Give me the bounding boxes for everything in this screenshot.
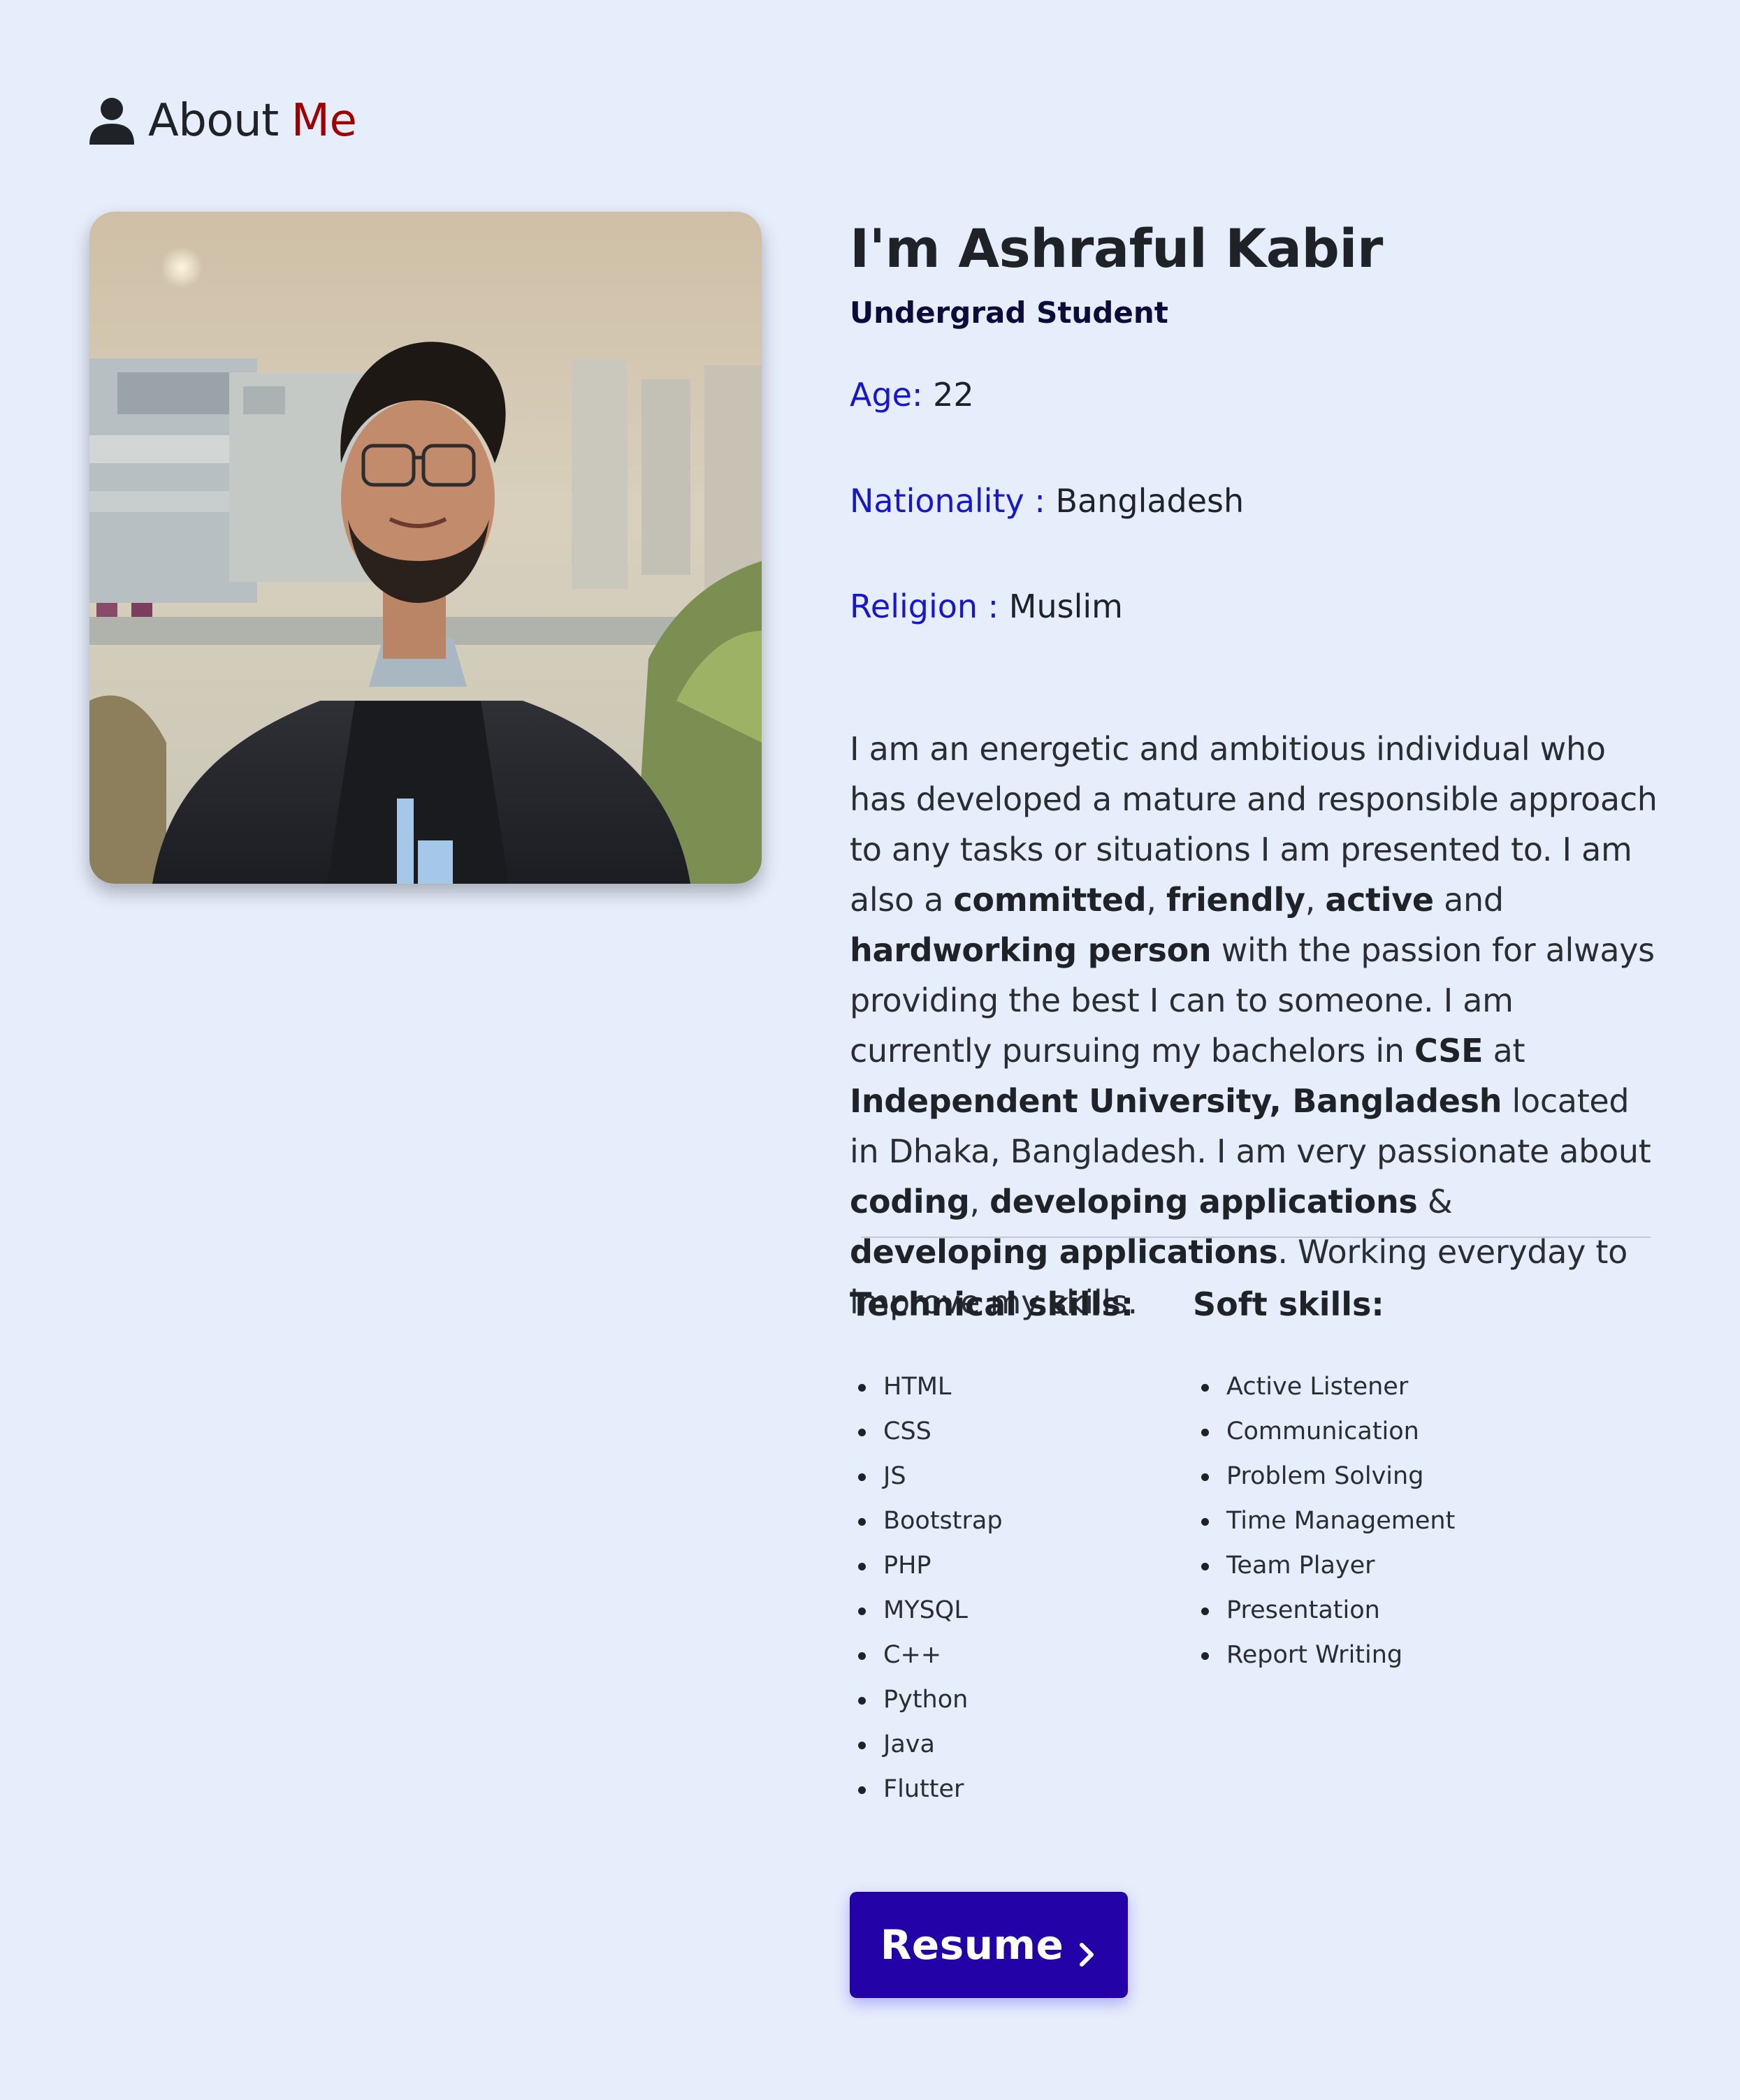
list-item: Problem Solving (1193, 1454, 1455, 1499)
age-value: 22 (933, 376, 974, 414)
bio-text: and (1433, 881, 1504, 919)
list-item: Team Player (1193, 1543, 1455, 1588)
technical-skills-list: HTML CSS JS Bootstrap PHP MYSQL C++ Pyth… (850, 1364, 1133, 1811)
list-item: Bootstrap (850, 1499, 1133, 1543)
list-item: HTML (850, 1364, 1133, 1409)
profile-subtitle: Undergrad Student (850, 296, 1168, 330)
bio-text: , (969, 1183, 990, 1220)
resume-button-label: Resume (880, 1921, 1064, 1969)
technical-skills-title: Technical skills: (850, 1285, 1134, 1323)
list-item: Python (850, 1677, 1133, 1722)
soft-skills: Soft skills: Active Listener Communicati… (1193, 1285, 1455, 1677)
nationality-value: Bangladesh (1055, 482, 1245, 520)
heading-about: About (148, 95, 279, 147)
bio-bold: committed (953, 881, 1147, 919)
profile-photo (89, 212, 762, 884)
resume-button[interactable]: Resume (850, 1892, 1128, 1998)
age-field: Age: 22 (850, 376, 974, 414)
profile-name: I'm Ashraful Kabir (850, 217, 1383, 279)
list-item: Java (850, 1722, 1133, 1767)
heading-me: Me (291, 95, 357, 147)
list-item: PHP (850, 1543, 1133, 1588)
religion-field: Religion : Muslim (850, 588, 1123, 626)
list-item: CSS (850, 1409, 1133, 1454)
list-item: Presentation (1193, 1588, 1455, 1633)
list-item: Flutter (850, 1767, 1133, 1811)
nationality-field: Nationality : Bangladesh (850, 482, 1244, 520)
divider (861, 1237, 1651, 1238)
list-item: MYSQL (850, 1588, 1133, 1633)
bio-bold: CSE (1414, 1032, 1484, 1070)
bio-text: at (1483, 1032, 1525, 1070)
section-heading: About Me (89, 89, 357, 152)
bio-bold: developing applications (850, 1233, 1278, 1271)
list-item: Communication (1193, 1409, 1455, 1454)
soft-skills-list: Active Listener Communication Problem So… (1193, 1364, 1455, 1677)
bio-text: & (1417, 1183, 1453, 1220)
technical-skills: Technical skills: HTML CSS JS Bootstrap … (850, 1285, 1133, 1811)
bio-bold: Independent University, Bangladesh (850, 1082, 1502, 1120)
bio-text: , (1305, 881, 1326, 919)
religion-label: Religion : (850, 588, 999, 625)
bio-text: , (1146, 881, 1166, 919)
bio-bold: developing applications (989, 1183, 1418, 1220)
list-item: JS (850, 1454, 1133, 1499)
bio-bold: hardworking person (850, 931, 1212, 969)
chevron-right-icon (1076, 1931, 1097, 1967)
user-icon (89, 97, 134, 145)
list-item: Report Writing (1193, 1633, 1455, 1677)
soft-skills-title: Soft skills: (1193, 1285, 1384, 1323)
bio-bold: friendly (1166, 881, 1305, 919)
bio-bold: active (1325, 881, 1434, 919)
bio-bold: coding (850, 1183, 970, 1220)
nationality-label: Nationality : (850, 482, 1045, 520)
age-label: Age: (850, 376, 923, 414)
religion-value: Muslim (1008, 588, 1123, 625)
list-item: Time Management (1193, 1499, 1455, 1543)
list-item: C++ (850, 1633, 1133, 1677)
list-item: Active Listener (1193, 1364, 1455, 1409)
profile-info: I'm Ashraful Kabir Undergrad Student Age… (850, 210, 1658, 1998)
